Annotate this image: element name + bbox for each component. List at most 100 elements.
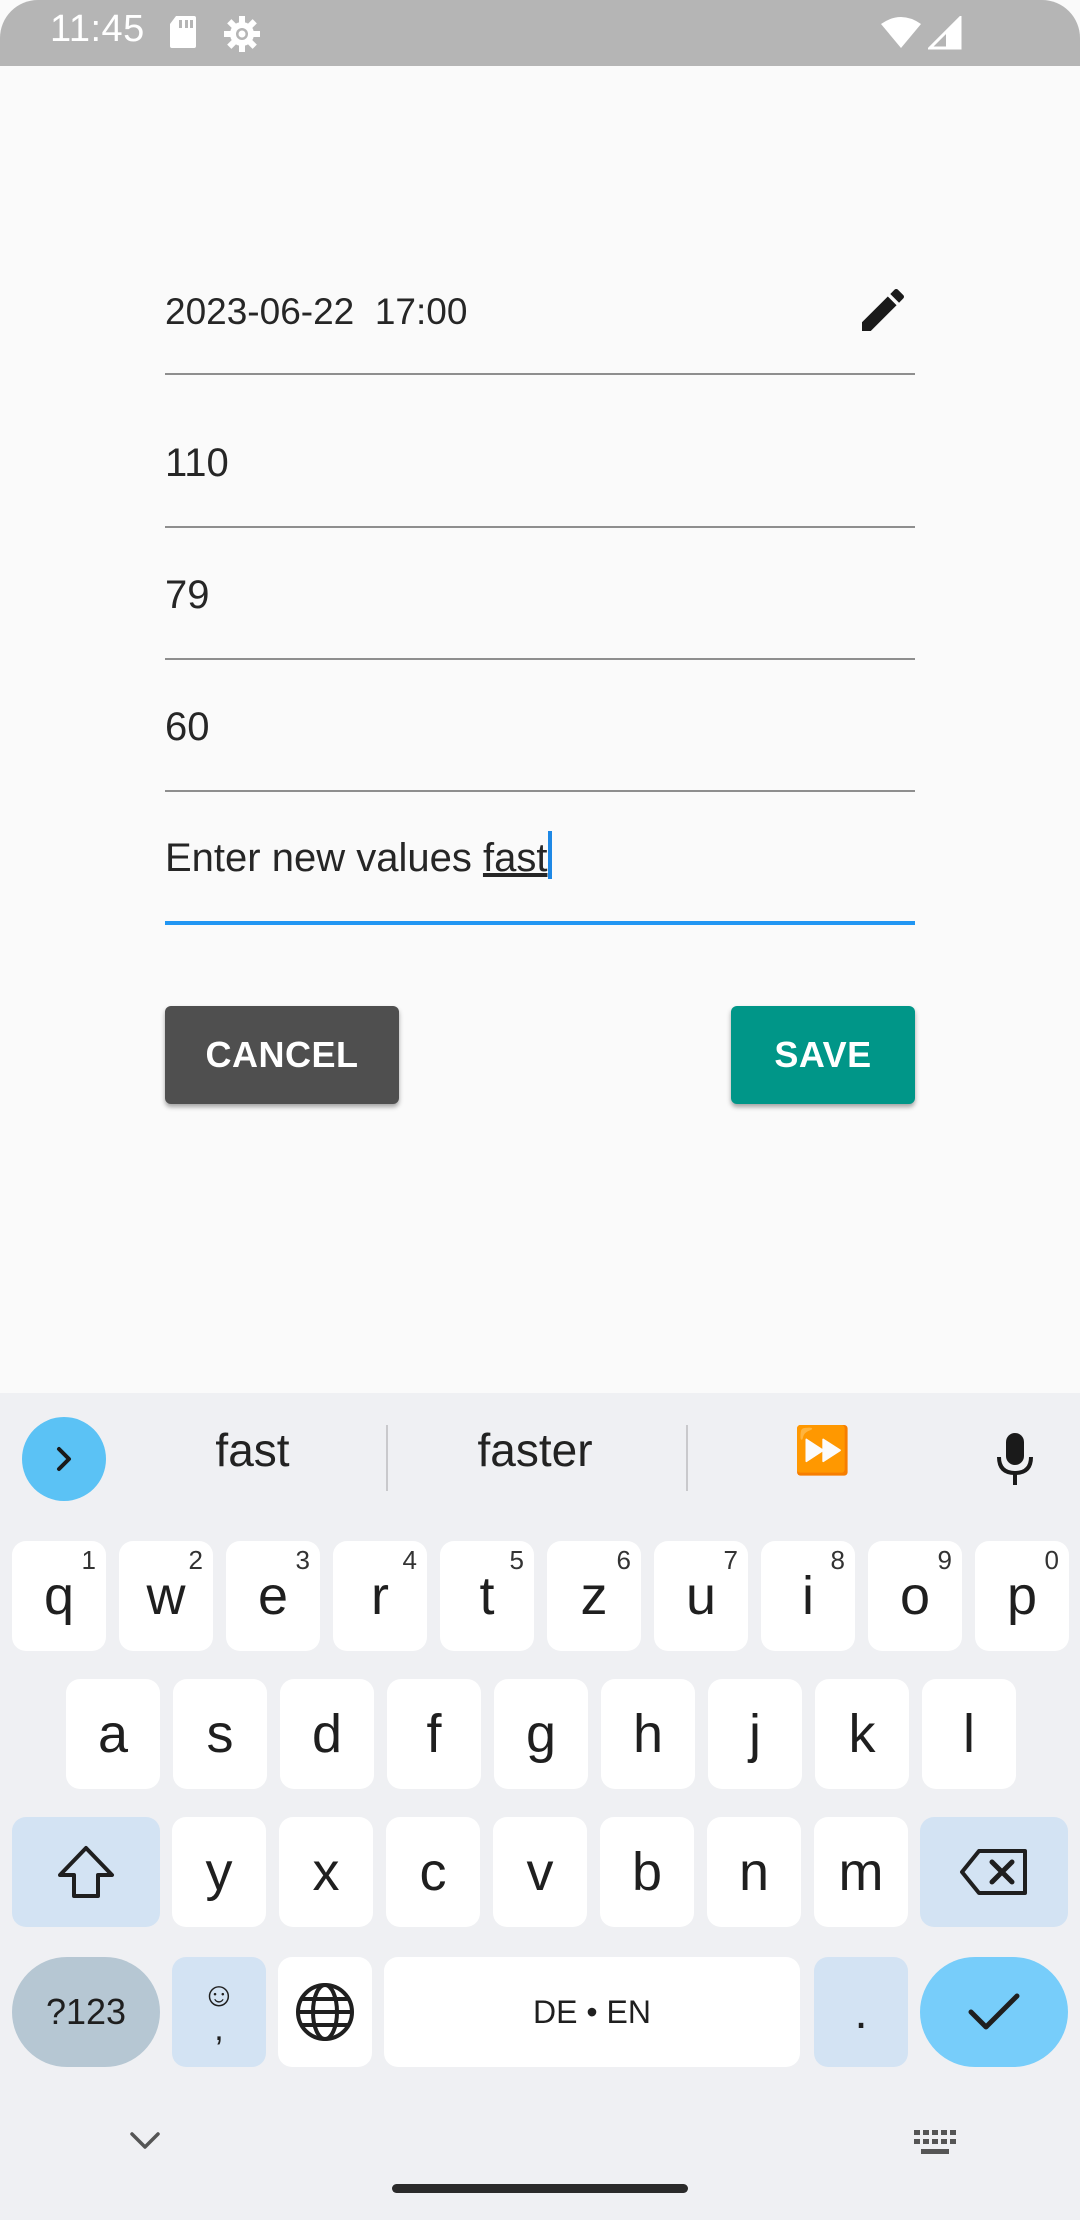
key-w[interactable]: w2 (119, 1541, 213, 1651)
key-d[interactable]: d (280, 1679, 374, 1789)
emoji-icon: ☺ (201, 1976, 237, 2014)
key-f[interactable]: f (387, 1679, 481, 1789)
backspace-icon (960, 1849, 1027, 1895)
key-label: n (738, 1842, 770, 1902)
key-label: t (479, 1566, 495, 1626)
key-z[interactable]: z6 (547, 1541, 641, 1651)
datetime-field[interactable]: 2023-06-22 17:00 (165, 250, 915, 375)
systolic-field[interactable]: 110 (165, 400, 915, 528)
backspace-key[interactable] (920, 1817, 1068, 1927)
expand-toolbar-button[interactable] (22, 1417, 106, 1501)
key-hint: 3 (295, 1545, 310, 1575)
key-label: l (963, 1704, 975, 1764)
chevron-right-icon (57, 1447, 71, 1471)
navigation-bar (0, 2090, 1080, 2220)
period-key[interactable]: . (814, 1957, 908, 2067)
key-v[interactable]: v (493, 1817, 587, 1927)
pulse-value: 60 (165, 705, 210, 749)
key-x[interactable]: x (279, 1817, 373, 1927)
language-globe-key[interactable] (278, 1957, 372, 2067)
key-label: w (146, 1566, 186, 1626)
key-label: e (257, 1566, 289, 1626)
key-label: v (526, 1842, 554, 1902)
comma-label: , (214, 2010, 224, 2048)
systolic-value: 110 (165, 441, 229, 485)
save-button[interactable]: SAVE (731, 1006, 915, 1104)
diastolic-value: 79 (165, 573, 210, 617)
keyboard-switch-icon[interactable] (912, 2128, 958, 2163)
suggestion-bar: fast faster ⏩ (0, 1393, 1080, 1523)
key-o[interactable]: o9 (868, 1541, 962, 1651)
key-label: f (426, 1704, 442, 1764)
key-n[interactable]: n (707, 1817, 801, 1927)
shift-key[interactable] (12, 1817, 160, 1927)
key-hint: 1 (81, 1545, 96, 1575)
key-u[interactable]: u7 (654, 1541, 748, 1651)
note-composing-word: fast (482, 836, 548, 880)
sd-card-icon (168, 14, 198, 55)
suggestion-1[interactable]: fast (170, 1423, 335, 1477)
home-gesture-handle[interactable] (392, 2184, 688, 2193)
key-hint: 8 (830, 1545, 845, 1575)
microphone-icon[interactable] (995, 1431, 1035, 1492)
suggestion-3-emoji[interactable]: ⏩ (760, 1423, 885, 1478)
key-b[interactable]: b (600, 1817, 694, 1927)
key-label: k (848, 1704, 876, 1764)
key-label: x (312, 1842, 340, 1902)
key-g[interactable]: g (494, 1679, 588, 1789)
note-value: Enter new values fast (165, 831, 553, 881)
key-hint: 7 (723, 1545, 738, 1575)
key-hint: 0 (1044, 1545, 1059, 1575)
key-j[interactable]: j (708, 1679, 802, 1789)
hide-keyboard-chevron-icon[interactable] (128, 2130, 162, 2157)
status-time: 11:45 (50, 8, 145, 50)
key-y[interactable]: y (172, 1817, 266, 1927)
key-label: a (97, 1704, 129, 1764)
key-label: u (685, 1566, 717, 1626)
wifi-icon (880, 16, 922, 55)
note-field[interactable]: Enter new values fast (165, 795, 915, 925)
settings-gear-icon (222, 14, 262, 59)
key-hint: 2 (188, 1545, 203, 1575)
key-label: g (525, 1704, 557, 1764)
edit-pencil-icon[interactable] (855, 282, 911, 343)
key-label: o (899, 1566, 931, 1626)
pulse-field[interactable]: 60 (165, 662, 915, 792)
enter-done-key[interactable] (920, 1957, 1068, 2067)
key-s[interactable]: s (173, 1679, 267, 1789)
key-m[interactable]: m (814, 1817, 908, 1927)
key-a[interactable]: a (66, 1679, 160, 1789)
key-l[interactable]: l (922, 1679, 1016, 1789)
suggestion-divider (686, 1425, 688, 1491)
key-h[interactable]: h (601, 1679, 695, 1789)
key-i[interactable]: i8 (761, 1541, 855, 1651)
status-bar: 11:45 (0, 0, 1080, 66)
key-q[interactable]: q1 (12, 1541, 106, 1651)
globe-icon (296, 1983, 354, 2041)
key-label: d (311, 1704, 343, 1764)
signal-icon (926, 14, 962, 55)
key-c[interactable]: c (386, 1817, 480, 1927)
key-label: c (419, 1842, 447, 1902)
suggestion-2[interactable]: faster (430, 1423, 640, 1477)
key-hint: 6 (616, 1545, 631, 1575)
key-p[interactable]: p0 (975, 1541, 1069, 1651)
key-t[interactable]: t5 (440, 1541, 534, 1651)
symbols-key[interactable]: ?123 (12, 1957, 160, 2067)
cancel-button[interactable]: CANCEL (165, 1006, 399, 1104)
key-hint: 4 (402, 1545, 417, 1575)
text-cursor (548, 831, 553, 879)
note-prefix: Enter new values (165, 836, 483, 880)
key-label: j (749, 1704, 761, 1764)
key-hint: 9 (937, 1545, 952, 1575)
key-label: z (580, 1566, 608, 1626)
key-r[interactable]: r4 (333, 1541, 427, 1651)
key-label: h (632, 1704, 664, 1764)
datetime-value: 2023-06-22 17:00 (165, 291, 468, 332)
key-k[interactable]: k (815, 1679, 909, 1789)
space-bar[interactable]: DE • EN (384, 1957, 800, 2067)
key-e[interactable]: e3 (226, 1541, 320, 1651)
key-hint: 5 (509, 1545, 524, 1575)
diastolic-field[interactable]: 79 (165, 530, 915, 660)
emoji-comma-key[interactable]: ☺ , (172, 1957, 266, 2067)
